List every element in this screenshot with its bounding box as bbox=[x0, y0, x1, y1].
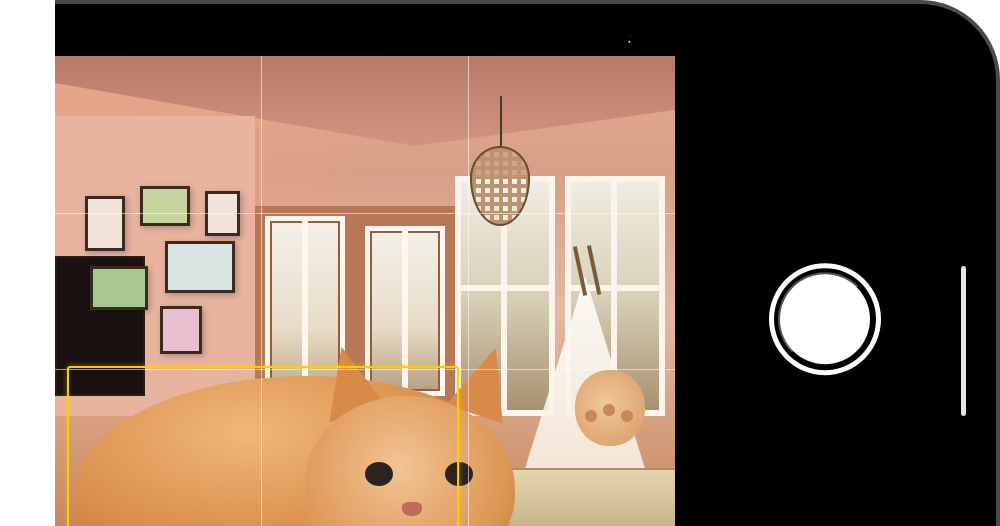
screen: .5× bbox=[55, 22, 974, 526]
camera-controls-panel bbox=[675, 56, 974, 526]
camera-viewfinder[interactable] bbox=[55, 56, 675, 526]
device-notch bbox=[400, 22, 630, 56]
subject-detection-box bbox=[67, 366, 459, 526]
shutter-button[interactable] bbox=[778, 272, 872, 366]
phone-frame: .5× bbox=[55, 0, 1000, 526]
home-indicator[interactable] bbox=[961, 266, 966, 416]
